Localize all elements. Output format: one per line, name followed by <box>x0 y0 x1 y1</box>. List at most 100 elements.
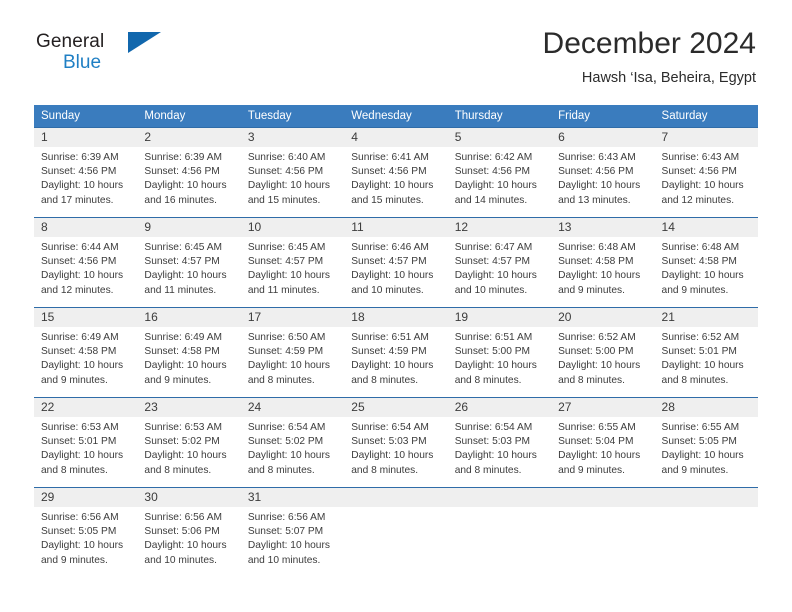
sunset-text: Sunset: 4:57 PM <box>144 256 220 268</box>
calendar-day-cell[interactable]: 28 Sunrise: 6:55 AM Sunset: 5:05 PM Dayligh… <box>654 397 758 488</box>
day-cell-details: Sunrise: 6:41 AM Sunset: 4:56 PM Daylight:… <box>344 147 447 208</box>
day-number: 4 <box>344 128 448 147</box>
calendar-day-cell[interactable]: 17 Sunrise: 6:50 AM Sunset: 4:59 PM Dayligh… <box>240 307 345 398</box>
calendar-day-cell[interactable]: 12 Sunrise: 6:47 AM Sunset: 4:57 PM Dayligh… <box>447 217 552 308</box>
sunrise-text: Sunrise: 6:47 AM <box>454 242 533 253</box>
day-number: 31 <box>240 488 345 507</box>
day-number: 9 <box>137 218 241 237</box>
day-number: 29 <box>34 488 138 507</box>
calendar-day-cell[interactable]: 3 Sunrise: 6:40 AM Sunset: 4:56 PM Daylight… <box>240 127 345 218</box>
day-cell-details: Sunrise: 6:53 AM Sunset: 5:01 PM Daylight:… <box>34 417 137 478</box>
daylight-text: Daylight: 10 hours and 8 minutes. <box>351 360 434 386</box>
day-cell-details: Sunrise: 6:42 AM Sunset: 4:56 PM Daylight:… <box>448 147 551 208</box>
day-number: 16 <box>137 308 241 327</box>
weekday-header-tuesday: Tuesday <box>240 105 345 128</box>
day-cell-inner: 2 Sunrise: 6:39 AM Sunset: 4:56 PM Daylight… <box>137 128 241 218</box>
sunset-text: Sunset: 4:58 PM <box>144 346 220 358</box>
calendar-day-cell[interactable]: 4 Sunrise: 6:41 AM Sunset: 4:56 PM Daylight… <box>344 127 448 218</box>
calendar-day-cell[interactable]: 24 Sunrise: 6:54 AM Sunset: 5:02 PM Dayligh… <box>240 397 345 488</box>
day-cell-inner <box>654 488 758 577</box>
calendar-day-cell[interactable]: 2 Sunrise: 6:39 AM Sunset: 4:56 PM Daylight… <box>137 127 241 218</box>
calendar-day-cell[interactable]: 22 Sunrise: 6:53 AM Sunset: 5:01 PM Dayligh… <box>34 397 138 488</box>
daylight-text: Daylight: 10 hours and 9 minutes. <box>41 360 124 386</box>
day-cell-details <box>344 507 447 511</box>
day-cell-details: Sunrise: 6:56 AM Sunset: 5:07 PM Daylight:… <box>241 507 344 568</box>
day-cell-details: Sunrise: 6:40 AM Sunset: 4:56 PM Daylight:… <box>241 147 344 208</box>
calendar-day-cell[interactable]: 14 Sunrise: 6:48 AM Sunset: 4:58 PM Dayligh… <box>654 217 758 308</box>
daylight-text: Daylight: 10 hours and 10 minutes. <box>247 540 330 566</box>
day-number: 12 <box>447 218 552 237</box>
calendar-day-cell[interactable]: 16 Sunrise: 6:49 AM Sunset: 4:58 PM Dayligh… <box>137 307 241 398</box>
calendar-day-cell[interactable]: 30 Sunrise: 6:56 AM Sunset: 5:06 PM Dayligh… <box>137 487 241 577</box>
day-cell-inner: 26 Sunrise: 6:54 AM Sunset: 5:03 PM Dayligh… <box>447 398 552 488</box>
day-cell-inner <box>551 488 655 577</box>
sunrise-text: Sunrise: 6:41 AM <box>351 152 429 163</box>
day-number: 13 <box>551 218 655 237</box>
sunset-text: Sunset: 4:57 PM <box>247 256 324 268</box>
daylight-text: Daylight: 10 hours and 8 minutes. <box>247 360 330 386</box>
daylight-text: Daylight: 10 hours and 15 minutes. <box>351 180 434 206</box>
calendar-day-cell[interactable]: 1 Sunrise: 6:39 AM Sunset: 4:56 PM Daylight… <box>34 127 138 218</box>
sunset-text: Sunset: 4:56 PM <box>558 166 634 178</box>
weekday-header-wednesday: Wednesday <box>344 105 448 128</box>
day-cell-details: Sunrise: 6:54 AM Sunset: 5:03 PM Daylight:… <box>344 417 447 478</box>
day-cell-details: Sunrise: 6:52 AM Sunset: 5:01 PM Daylight:… <box>655 327 758 388</box>
day-cell-inner: 24 Sunrise: 6:54 AM Sunset: 5:02 PM Dayligh… <box>240 398 345 488</box>
day-cell-details: Sunrise: 6:51 AM Sunset: 5:00 PM Daylight:… <box>448 327 551 388</box>
calendar-day-cell[interactable]: 23 Sunrise: 6:53 AM Sunset: 5:02 PM Dayligh… <box>137 397 241 488</box>
weekday-header-thursday: Thursday <box>447 105 552 128</box>
daylight-text: Daylight: 10 hours and 13 minutes. <box>558 180 641 206</box>
day-cell-details: Sunrise: 6:47 AM Sunset: 4:57 PM Daylight:… <box>448 237 551 298</box>
calendar-day-cell[interactable]: 26 Sunrise: 6:54 AM Sunset: 5:03 PM Dayligh… <box>447 397 552 488</box>
calendar-day-cell[interactable]: 5 Sunrise: 6:42 AM Sunset: 4:56 PM Daylight… <box>447 127 552 218</box>
day-cell-inner: 22 Sunrise: 6:53 AM Sunset: 5:01 PM Dayligh… <box>34 398 138 488</box>
calendar-table: Sunday Monday Tuesday Wednesday Thursday… <box>34 105 758 577</box>
day-cell-inner <box>447 488 552 577</box>
day-cell-inner: 11 Sunrise: 6:46 AM Sunset: 4:57 PM Dayligh… <box>344 218 448 308</box>
calendar-day-cell[interactable]: 10 Sunrise: 6:45 AM Sunset: 4:57 PM Dayligh… <box>240 217 345 308</box>
daylight-text: Daylight: 10 hours and 9 minutes. <box>41 540 124 566</box>
day-cell-inner: 3 Sunrise: 6:40 AM Sunset: 4:56 PM Daylight… <box>240 128 345 218</box>
calendar-day-cell[interactable]: 20 Sunrise: 6:52 AM Sunset: 5:00 PM Dayligh… <box>551 307 655 398</box>
daylight-text: Daylight: 10 hours and 9 minutes. <box>558 450 641 476</box>
day-cell-inner: 16 Sunrise: 6:49 AM Sunset: 4:58 PM Dayligh… <box>137 308 241 398</box>
calendar-day-cell[interactable]: 13 Sunrise: 6:48 AM Sunset: 4:58 PM Dayligh… <box>551 217 655 308</box>
calendar-day-cell[interactable]: 31 Sunrise: 6:56 AM Sunset: 5:07 PM Dayligh… <box>240 487 345 577</box>
sunset-text: Sunset: 4:56 PM <box>454 166 531 178</box>
sunrise-text: Sunrise: 6:52 AM <box>661 332 740 343</box>
sunrise-text: Sunrise: 6:48 AM <box>558 242 636 253</box>
day-number: 5 <box>447 128 552 147</box>
sunset-text: Sunset: 4:57 PM <box>351 256 427 268</box>
day-cell-details: Sunrise: 6:51 AM Sunset: 4:59 PM Daylight:… <box>344 327 447 388</box>
calendar-day-cell[interactable]: 29 Sunrise: 6:56 AM Sunset: 5:05 PM Dayligh… <box>34 487 138 577</box>
calendar-day-cell-empty <box>551 487 655 577</box>
calendar-day-cell[interactable]: 18 Sunrise: 6:51 AM Sunset: 4:59 PM Dayligh… <box>344 307 448 398</box>
sunrise-text: Sunrise: 6:55 AM <box>558 422 636 433</box>
calendar-body: 1 Sunrise: 6:39 AM Sunset: 4:56 PM Daylight… <box>34 127 758 577</box>
calendar-day-cell[interactable]: 19 Sunrise: 6:51 AM Sunset: 5:00 PM Dayligh… <box>447 307 552 398</box>
day-number <box>654 488 758 507</box>
calendar-day-cell[interactable]: 27 Sunrise: 6:55 AM Sunset: 5:04 PM Dayligh… <box>551 397 655 488</box>
calendar-day-cell[interactable]: 7 Sunrise: 6:43 AM Sunset: 4:56 PM Daylight… <box>654 127 758 218</box>
calendar-day-cell[interactable]: 21 Sunrise: 6:52 AM Sunset: 5:01 PM Dayligh… <box>654 307 758 398</box>
calendar-day-cell[interactable]: 9 Sunrise: 6:45 AM Sunset: 4:57 PM Daylight… <box>137 217 241 308</box>
sunset-text: Sunset: 5:00 PM <box>454 346 531 358</box>
brand-logo[interactable]: General Blue <box>36 32 186 84</box>
calendar-day-cell[interactable]: 6 Sunrise: 6:43 AM Sunset: 4:56 PM Daylight… <box>551 127 655 218</box>
sunset-text: Sunset: 4:56 PM <box>144 166 220 178</box>
sunset-text: Sunset: 4:57 PM <box>454 256 531 268</box>
sunrise-text: Sunrise: 6:42 AM <box>454 152 533 163</box>
day-cell-inner: 8 Sunrise: 6:44 AM Sunset: 4:56 PM Daylight… <box>34 218 138 308</box>
day-number <box>447 488 552 507</box>
day-cell-details: Sunrise: 6:49 AM Sunset: 4:58 PM Daylight:… <box>34 327 137 388</box>
calendar-header-row: Sunday Monday Tuesday Wednesday Thursday… <box>34 105 758 128</box>
daylight-text: Daylight: 10 hours and 9 minutes. <box>661 450 744 476</box>
day-cell-details: Sunrise: 6:43 AM Sunset: 4:56 PM Daylight:… <box>655 147 758 208</box>
daylight-text: Daylight: 10 hours and 8 minutes. <box>247 450 330 476</box>
calendar-day-cell[interactable]: 25 Sunrise: 6:54 AM Sunset: 5:03 PM Dayligh… <box>344 397 448 488</box>
daylight-text: Daylight: 10 hours and 8 minutes. <box>41 450 124 476</box>
calendar-day-cell[interactable]: 8 Sunrise: 6:44 AM Sunset: 4:56 PM Daylight… <box>34 217 138 308</box>
calendar-day-cell[interactable]: 11 Sunrise: 6:46 AM Sunset: 4:57 PM Dayligh… <box>344 217 448 308</box>
calendar-day-cell[interactable]: 15 Sunrise: 6:49 AM Sunset: 4:58 PM Dayligh… <box>34 307 138 398</box>
day-cell-inner: 27 Sunrise: 6:55 AM Sunset: 5:04 PM Dayligh… <box>551 398 655 488</box>
